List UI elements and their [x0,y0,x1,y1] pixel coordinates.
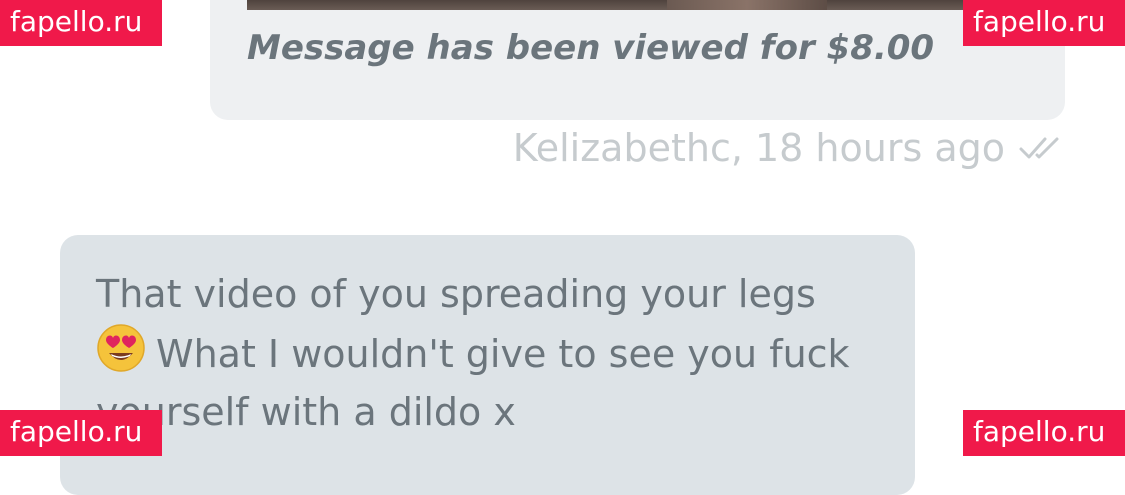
media-preview[interactable] [247,0,1065,10]
double-check-icon [1019,133,1065,163]
sent-message-bubble[interactable]: Message has been viewed for $8.00 [210,0,1065,120]
received-message-bubble[interactable]: That video of you spreading your legs Wh… [60,235,915,495]
received-message-text: That video of you spreading your legs Wh… [96,265,886,441]
message-line-2-text: What I wouldn't give to see you fuck [156,332,850,376]
watermark-bottom-right: fapello.ru [963,410,1125,456]
watermark-top-left: fapello.ru [0,0,162,46]
heart-eyes-emoji-icon [96,323,146,373]
message-line-2: What I wouldn't give to see you fuck [96,323,886,383]
message-meta: Kelizabethc, 18 hours ago [513,126,1065,170]
message-line-3: yourself with a dildo x [96,390,516,434]
watermark-top-right: fapello.ru [963,0,1125,46]
sender-and-time: Kelizabethc, 18 hours ago [512,126,1005,170]
watermark-bottom-left: fapello.ru [0,410,162,456]
message-line-1: That video of you spreading your legs [96,272,816,316]
message-viewed-status: Message has been viewed for $8.00 [247,28,935,68]
media-preview-detail [667,0,827,10]
